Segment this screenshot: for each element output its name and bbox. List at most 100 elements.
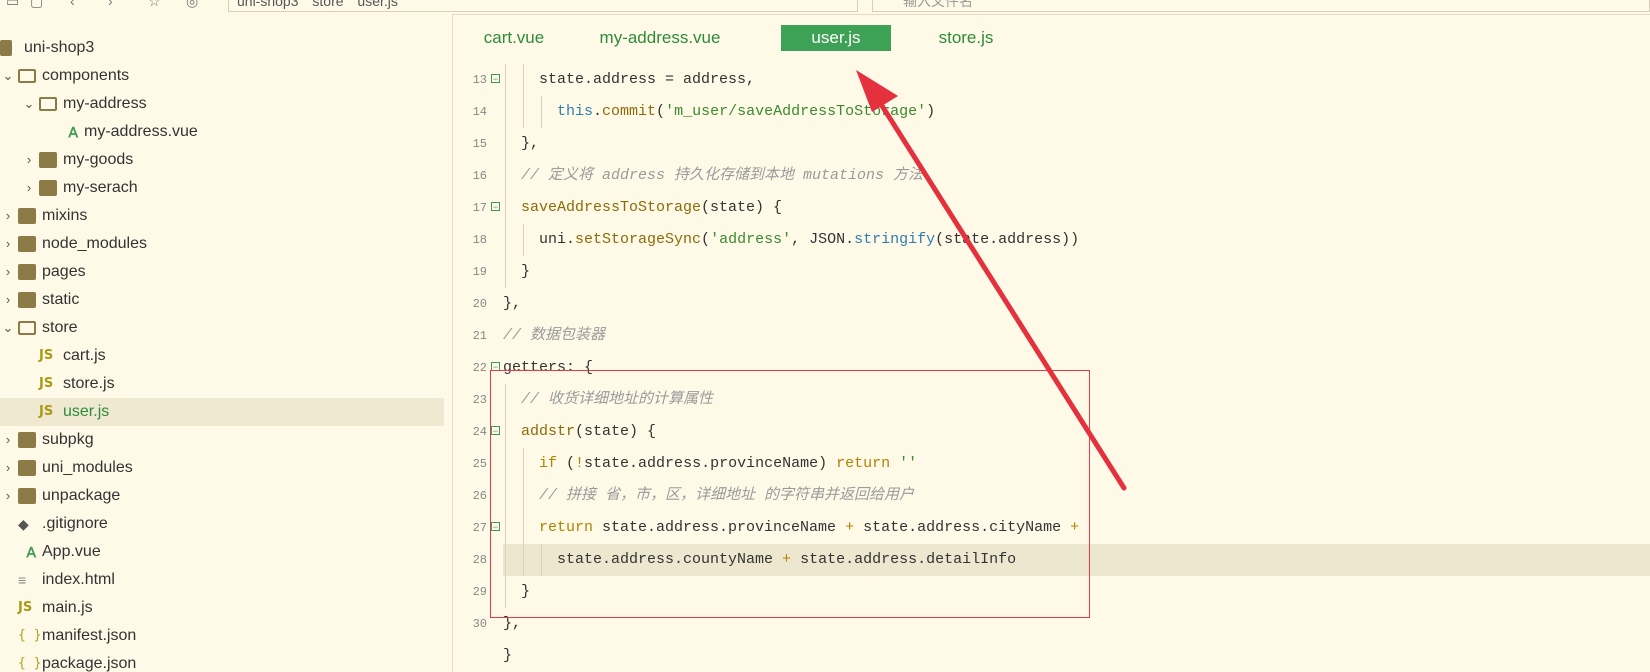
sidebar-item[interactable]: ∀ App.vue xyxy=(0,538,444,566)
code-line[interactable]: } xyxy=(503,576,1650,608)
back-icon[interactable]: ‹ xyxy=(70,0,75,8)
sidebar-item[interactable]: JS main.js xyxy=(0,594,444,622)
code-line[interactable]: addstr(state) { xyxy=(503,416,1650,448)
code-line[interactable]: getters: { xyxy=(503,352,1650,384)
fold-toggle-icon[interactable]: − xyxy=(491,202,500,212)
indent-guide xyxy=(523,480,524,512)
sidebar-item-label: unpackage xyxy=(42,487,121,504)
sidebar-item[interactable]: ◆ .gitignore xyxy=(0,510,444,538)
code-line[interactable]: } xyxy=(503,256,1650,288)
chevron-down-icon[interactable]: ⌄ xyxy=(23,90,35,118)
sidebar-item[interactable]: › my-goods xyxy=(0,146,444,174)
code-line[interactable]: saveAddressToStorage(state) { xyxy=(503,192,1650,224)
chevron-right-icon[interactable]: › xyxy=(23,146,35,174)
sidebar-item[interactable]: › uni_modules xyxy=(0,454,444,482)
breadcrumb[interactable]: uni-shop3 store user.js xyxy=(228,0,858,12)
tab-my-address-vue[interactable]: my-address.vue xyxy=(590,25,730,51)
indent-guide xyxy=(505,512,506,544)
top-toolbar: ▭ ▢ ‹ › ☆ ◎ uni-shop3 store user.js 输入文件… xyxy=(0,0,1650,15)
code-line[interactable]: // 拼接 省，市，区，详细地址 的字符串并返回给用户 xyxy=(503,480,1650,512)
sidebar-item[interactable]: ⌄ my-address xyxy=(0,90,444,118)
code-token: saveAddressToStorage xyxy=(521,199,702,216)
save-icon[interactable]: ▢ xyxy=(30,0,43,8)
folder-open-icon xyxy=(18,69,36,83)
code-editor[interactable]: 13− state.address = address, 14 this.commit… xyxy=(453,64,1650,672)
sidebar-item[interactable]: uni-shop3 xyxy=(0,34,444,62)
code-line[interactable]: return state.address.provinceName + stat… xyxy=(503,512,1650,544)
chevron-right-icon[interactable]: › xyxy=(2,426,14,454)
code-line[interactable]: }, xyxy=(503,288,1650,320)
sidebar-item[interactable]: › unpackage xyxy=(0,482,444,510)
fold-toggle-icon[interactable]: − xyxy=(491,426,500,436)
code-line[interactable]: // 定义将 address 持久化存储到本地 mutations 方法 xyxy=(503,160,1650,192)
code-line[interactable]: state.address = address, xyxy=(503,64,1650,96)
chevron-right-icon[interactable]: › xyxy=(2,286,14,314)
line-number: 29 xyxy=(472,585,487,599)
sidebar-item[interactable]: › pages xyxy=(0,258,444,286)
sidebar-item[interactable]: JS user.js xyxy=(0,398,444,426)
sidebar-item-label: store xyxy=(42,319,78,336)
chevron-down-icon[interactable]: ⌄ xyxy=(2,62,14,90)
indent-guide xyxy=(505,256,506,288)
code-line[interactable]: uni.setStorageSync('address', JSON.strin… xyxy=(503,224,1650,256)
chevron-right-icon[interactable]: › xyxy=(23,174,35,202)
sidebar-item[interactable]: { } manifest.json xyxy=(0,622,444,650)
sidebar-item[interactable]: › subpkg xyxy=(0,426,444,454)
sidebar-item-label: main.js xyxy=(42,599,93,616)
json-file-icon: { } xyxy=(18,628,42,643)
code-token: 'm_user/saveAddressToStorage' xyxy=(665,103,927,120)
breadcrumb-item[interactable]: store xyxy=(312,0,343,9)
code-line[interactable]: }, xyxy=(503,608,1650,640)
chevron-right-icon[interactable]: › xyxy=(2,482,14,510)
chevron-right-icon[interactable]: › xyxy=(2,258,14,286)
chevron-down-icon[interactable]: ⌄ xyxy=(2,314,14,342)
sidebar-item[interactable]: JS store.js xyxy=(0,370,444,398)
line-number: 16 xyxy=(472,169,487,183)
fold-toggle-icon[interactable]: − xyxy=(491,522,500,532)
indent-guide xyxy=(505,384,506,416)
chevron-right-icon[interactable]: › xyxy=(2,230,14,258)
code-line[interactable]: // 收货详细地址的计算属性 xyxy=(503,384,1650,416)
forward-icon[interactable]: › xyxy=(108,0,113,8)
indent-guide xyxy=(523,96,524,128)
tab-user-js[interactable]: user.js xyxy=(781,25,891,51)
breadcrumb-item[interactable]: user.js xyxy=(357,0,397,9)
line-number: 20 xyxy=(472,297,487,311)
sidebar-item[interactable]: › mixins xyxy=(0,202,444,230)
tab-store-js[interactable]: store.js xyxy=(917,25,1015,51)
fold-toggle-icon[interactable]: − xyxy=(491,74,500,84)
sidebar-item[interactable]: ⌄ store xyxy=(0,314,444,342)
code-line[interactable]: this.commit('m_user/saveAddressToStorage… xyxy=(503,96,1650,128)
project-explorer: uni-shop3 ⌄ components ⌄ my-address ∀ my-addre… xyxy=(0,14,453,672)
sidebar-item[interactable]: ∀ my-address.vue xyxy=(0,118,444,146)
sidebar-item[interactable]: ⌄ components xyxy=(0,62,444,90)
code-token: (state) { xyxy=(575,423,657,440)
code-token: // 拼接 省，市，区，详细地址 的字符串并返回给用户 xyxy=(539,487,915,504)
code-token: ( xyxy=(557,455,576,472)
run-icon[interactable]: ◎ xyxy=(186,0,198,8)
chevron-right-icon[interactable]: › xyxy=(2,454,14,482)
chevron-right-icon[interactable]: › xyxy=(2,202,14,230)
line-number: 23 xyxy=(472,393,487,407)
sidebar-item-label: user.js xyxy=(63,403,110,420)
sidebar-item[interactable]: { } package.json xyxy=(0,650,444,672)
sidebar-item[interactable]: › static xyxy=(0,286,444,314)
star-icon[interactable]: ☆ xyxy=(148,0,161,8)
sidebar-item[interactable]: › node_modules xyxy=(0,230,444,258)
code-line[interactable]: if (!state.address.provinceName) return … xyxy=(503,448,1650,480)
breadcrumb-item[interactable]: uni-shop3 xyxy=(237,0,299,9)
tab-cart-vue[interactable]: cart.vue xyxy=(473,25,555,51)
sidebar-item[interactable]: › my-serach xyxy=(0,174,444,202)
sidebar-item[interactable]: ≡ index.html xyxy=(0,566,444,594)
file-icon[interactable]: ▭ xyxy=(6,0,19,8)
js-file-icon: JS xyxy=(39,348,54,363)
vue-file-icon: ∀ xyxy=(26,544,36,560)
file-search-input[interactable]: 输入文件名 xyxy=(872,0,1650,12)
code-line[interactable]: state.address.countyName + state.address… xyxy=(503,544,1650,576)
code-line[interactable]: } xyxy=(503,640,1650,672)
fold-toggle-icon[interactable]: − xyxy=(491,362,500,372)
code-line[interactable]: // 数据包装器 xyxy=(503,320,1650,352)
sidebar-item[interactable]: JS cart.js xyxy=(0,342,444,370)
code-token: 'address' xyxy=(710,231,792,248)
code-line[interactable]: }, xyxy=(503,128,1650,160)
